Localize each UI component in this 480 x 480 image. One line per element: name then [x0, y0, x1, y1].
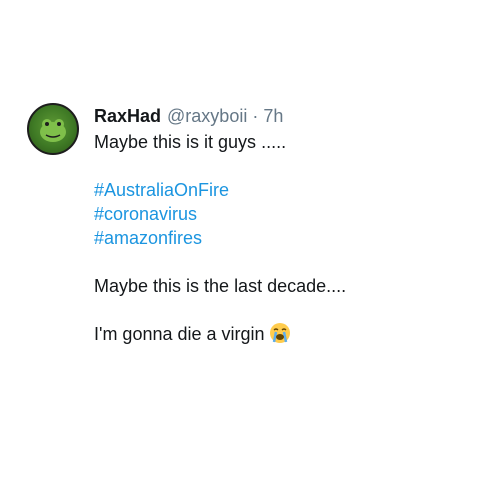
loudly-crying-face-icon: [269, 322, 291, 344]
timestamp[interactable]: 7h: [263, 104, 283, 128]
frog-avatar-icon[interactable]: [27, 103, 79, 155]
tweet-card: RaxHad @raxyboii · 7h Maybe this is it g…: [0, 0, 480, 480]
tweet-text-line-3: I'm gonna die a virgin: [94, 324, 265, 344]
hashtag-line: #AustraliaOnFire: [94, 178, 454, 202]
tweet-text-line-2: Maybe this is the last decade....: [94, 276, 347, 296]
tweet-header: RaxHad @raxyboii · 7h: [94, 104, 454, 128]
tweet-text-line-1: Maybe this is it guys .....: [94, 132, 287, 152]
hashtag-australiaonfire[interactable]: #AustraliaOnFire: [94, 180, 229, 200]
hashtag-coronavirus[interactable]: #coronavirus: [94, 204, 197, 224]
hashtag-amazonfires[interactable]: #amazonfires: [94, 228, 202, 248]
tweet-text-line-3-wrap: I'm gonna die a virgin: [94, 322, 454, 346]
user-handle[interactable]: @raxyboii: [167, 104, 247, 128]
hashtag-line: #coronavirus: [94, 202, 454, 226]
separator-dot: ·: [252, 106, 259, 126]
tweet-body: RaxHad @raxyboii · 7h Maybe this is it g…: [94, 104, 454, 346]
display-name[interactable]: RaxHad: [94, 104, 161, 128]
hashtag-line: #amazonfires: [94, 226, 454, 250]
